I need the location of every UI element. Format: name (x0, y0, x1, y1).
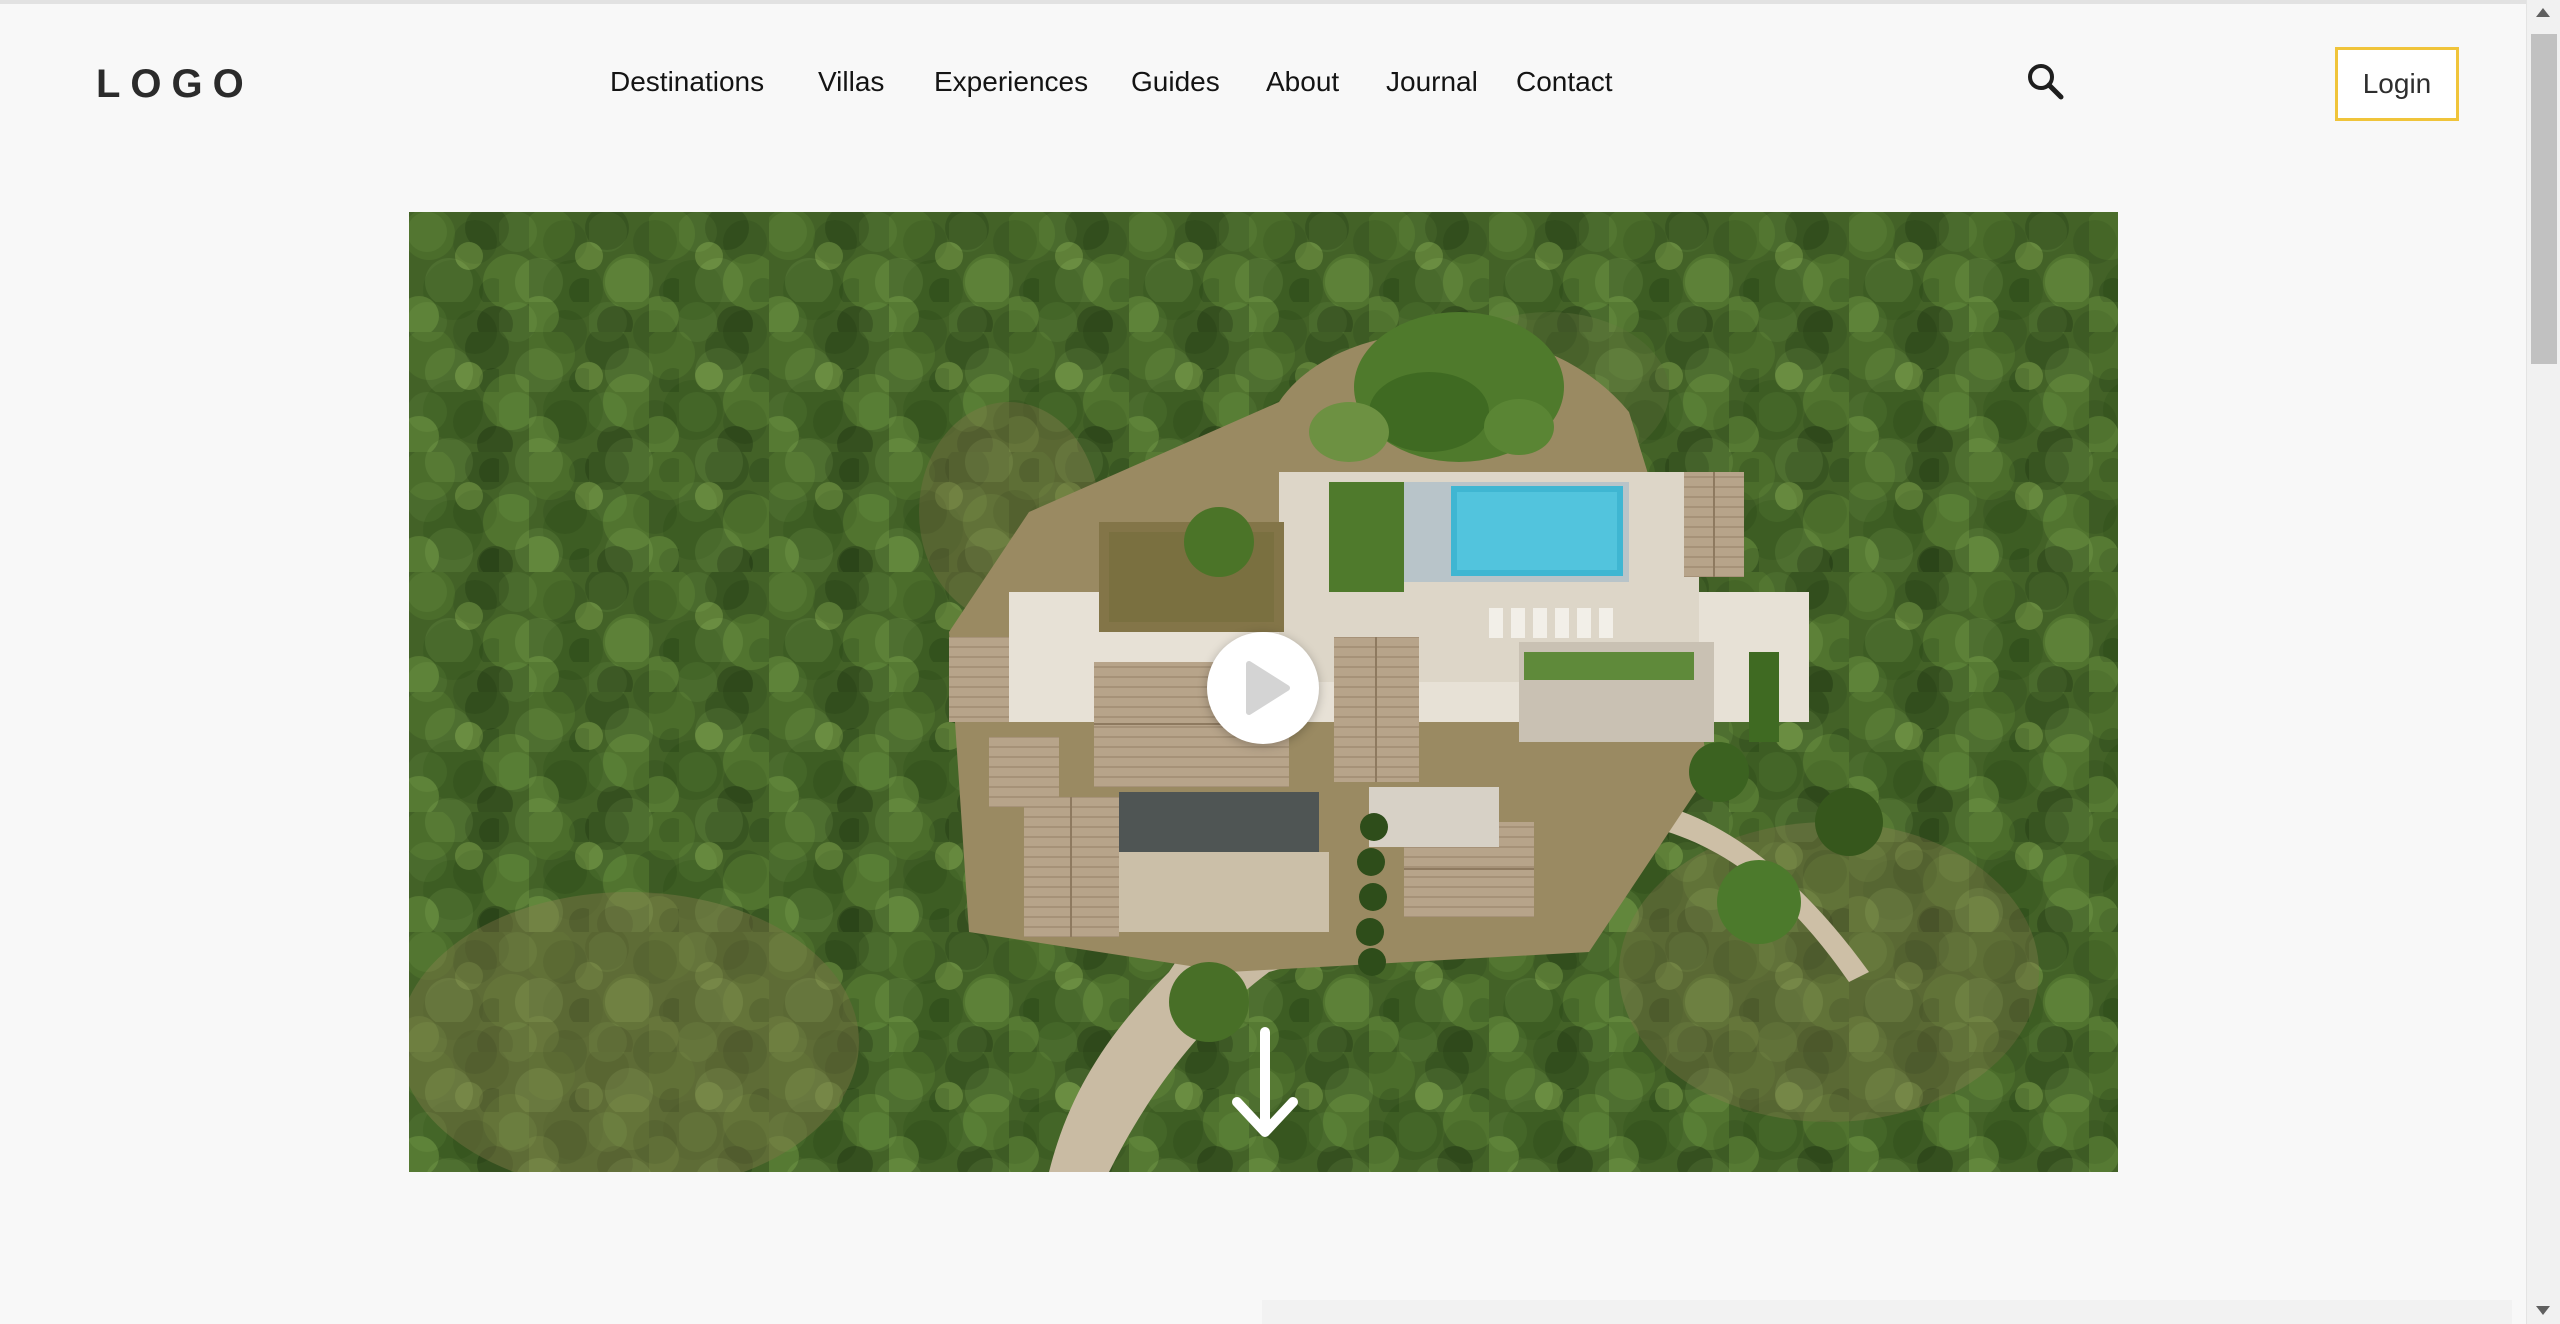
nav-item-experiences[interactable]: Experiences (934, 62, 1088, 102)
play-button[interactable] (1207, 632, 1319, 744)
next-section-edge (1262, 1300, 2512, 1324)
scrollbar-thumb[interactable] (2531, 34, 2557, 364)
search-button[interactable] (2024, 60, 2068, 104)
arrow-down-icon (1232, 1027, 1298, 1137)
nav-item-about[interactable]: About (1266, 62, 1339, 102)
nav-item-villas[interactable]: Villas (818, 62, 884, 102)
vertical-scrollbar[interactable] (2526, 0, 2560, 1324)
nav-item-guides[interactable]: Guides (1131, 62, 1220, 102)
site-header: LOGO Destinations Villas Experiences Gui… (0, 0, 2526, 170)
nav-item-destinations[interactable]: Destinations (610, 62, 764, 102)
scroll-up-arrow-icon[interactable] (2536, 8, 2550, 17)
scroll-down-arrow-icon[interactable] (2536, 1306, 2550, 1315)
hero-video[interactable] (409, 212, 2118, 1172)
nav-item-contact[interactable]: Contact (1516, 62, 1613, 102)
search-icon (2028, 64, 2064, 100)
play-icon (1246, 661, 1290, 715)
nav-item-journal[interactable]: Journal (1386, 62, 1478, 102)
main-nav: Destinations Villas Experiences Guides A… (0, 62, 1700, 106)
scroll-down-button[interactable] (1229, 1026, 1301, 1146)
login-button[interactable]: Login (2335, 47, 2459, 121)
